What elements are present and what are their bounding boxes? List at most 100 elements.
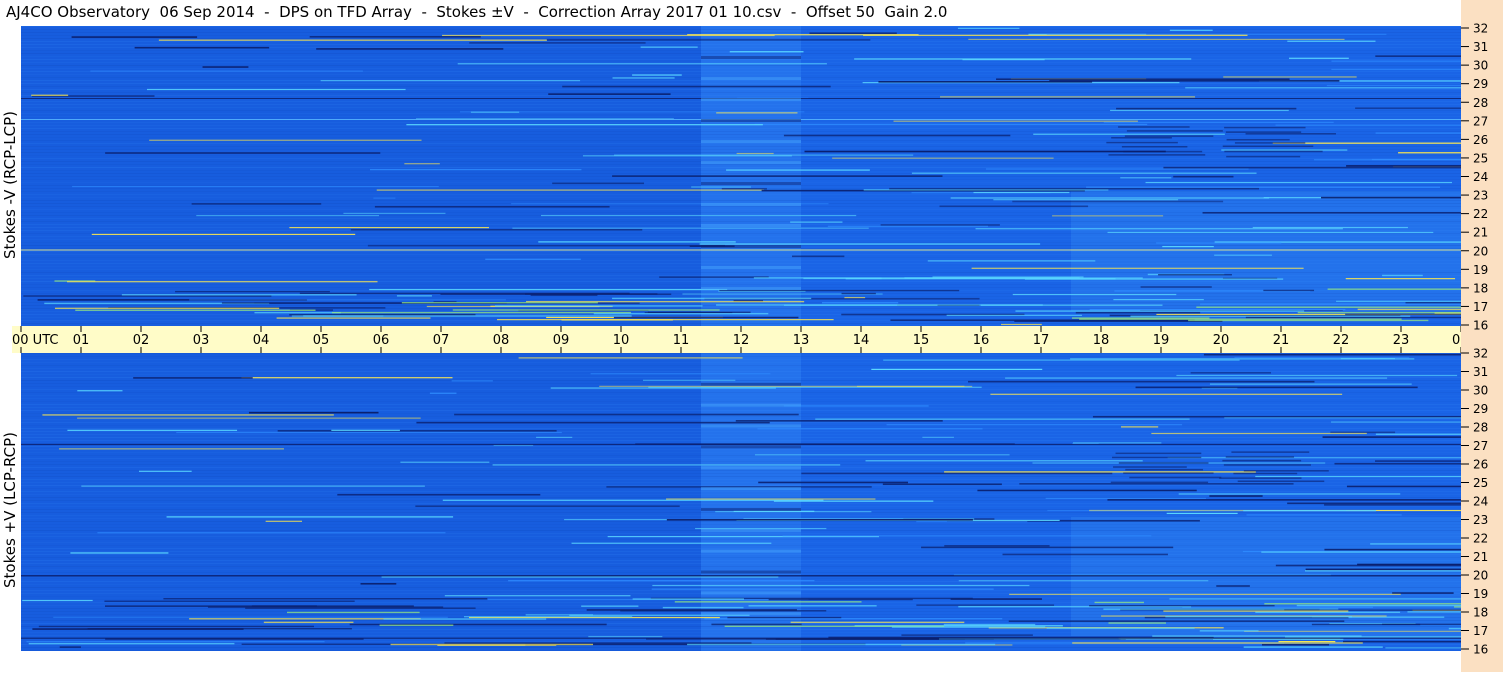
texture-row (21, 158, 1461, 159)
low-band-line (23, 295, 272, 297)
signal-line (1103, 121, 1334, 123)
signal-line (369, 169, 582, 171)
signal-line (1355, 107, 1461, 110)
low-band-line (1382, 274, 1423, 277)
signal-line (1182, 606, 1373, 608)
signal-line (400, 461, 490, 463)
dark-blotch (1126, 130, 1223, 132)
low-band-line (1454, 606, 1461, 608)
signal-line (801, 472, 1113, 475)
low-band-line (401, 301, 598, 304)
signal-line (927, 260, 1096, 262)
low-band-line (1263, 289, 1315, 292)
texture-row (21, 368, 1461, 369)
freq-tick-label: 24 (1473, 170, 1488, 184)
low-band-line (1327, 288, 1461, 290)
signal-line (1200, 303, 1461, 305)
band-line (21, 637, 1461, 639)
signal-line (1334, 462, 1461, 465)
signal-line (1169, 598, 1461, 600)
signal-line (1163, 166, 1461, 169)
low-band-line (1094, 601, 1144, 604)
signal-line (67, 429, 238, 431)
band-line (21, 575, 1461, 577)
signal-line (911, 172, 1257, 174)
signal-line (72, 185, 439, 188)
signal-line (971, 267, 1304, 269)
signal-line (360, 582, 397, 585)
column-stripe (701, 612, 801, 616)
signal-line (1178, 493, 1401, 495)
low-band-line (768, 598, 913, 601)
low-band-line (254, 311, 341, 314)
dark-blotch (1222, 459, 1302, 462)
signal-line (1033, 133, 1225, 135)
dark-blotch (1233, 472, 1298, 475)
time-tick-label: 03 (193, 333, 210, 348)
dark-blotch (1224, 126, 1306, 129)
time-tick-label: 19 (1153, 333, 1170, 348)
signal-line (1086, 186, 1441, 188)
spectrogram-bottom (21, 353, 1461, 651)
column-stripe (701, 77, 801, 80)
low-band-line (331, 311, 631, 314)
dark-blotch (1226, 155, 1301, 158)
signal-line (844, 296, 866, 299)
column-stripe (701, 140, 801, 143)
signal-line (691, 186, 751, 188)
texture-row (21, 434, 1461, 435)
dark-blotch (1118, 126, 1190, 128)
signal-line (1209, 495, 1263, 497)
low-band-line (1196, 306, 1461, 308)
freq-tick-label: 20 (1473, 569, 1488, 583)
signal-line (350, 228, 643, 231)
signal-line (1385, 647, 1461, 649)
band-line (21, 249, 1461, 251)
texture-row (21, 365, 1461, 366)
signal-line (1375, 433, 1461, 435)
texture-row (21, 563, 1461, 564)
signal-line (871, 368, 1043, 371)
texture-row (21, 185, 1461, 186)
dark-blotch (1224, 150, 1323, 153)
signal-line (612, 175, 943, 177)
texture-row (21, 515, 1461, 516)
freq-tick-label: 21 (1473, 550, 1488, 564)
signal-line (754, 454, 1010, 456)
signal-line (1278, 641, 1336, 643)
signal-line (1243, 646, 1383, 648)
texture-row (21, 44, 1461, 45)
signal-line (1261, 551, 1461, 553)
signal-line (1252, 226, 1408, 229)
signal-line (973, 191, 1070, 194)
freq-tick-label: 22 (1473, 532, 1488, 546)
low-band-line (1245, 316, 1461, 319)
signal-line (990, 393, 1343, 395)
signal-line (958, 580, 1209, 582)
signal-line (444, 595, 631, 597)
signal-line (827, 225, 989, 227)
signal-line (415, 505, 680, 508)
signal-line (642, 379, 736, 381)
low-band-line (901, 634, 1033, 636)
texture-row (21, 554, 1461, 555)
texture-row (21, 557, 1461, 558)
low-band-line (612, 297, 812, 300)
time-tick-label: 18 (1093, 333, 1110, 348)
dark-blotch (1112, 456, 1202, 459)
texture-row (21, 137, 1461, 138)
dark-blotch (1106, 141, 1178, 144)
dark-blotch (1123, 150, 1203, 153)
signal-line (939, 205, 1089, 208)
signal-line (134, 46, 270, 49)
signal-line (1173, 175, 1234, 178)
low-band-line (719, 289, 960, 292)
signal-line (31, 94, 69, 96)
column-stripe (701, 487, 801, 491)
time-tick-label: 21 (1273, 333, 1290, 348)
signal-line (546, 39, 871, 41)
freq-tick-label: 26 (1473, 133, 1488, 147)
signal-line (374, 205, 610, 208)
signal-line (1243, 510, 1376, 512)
signal-line (1326, 84, 1461, 87)
